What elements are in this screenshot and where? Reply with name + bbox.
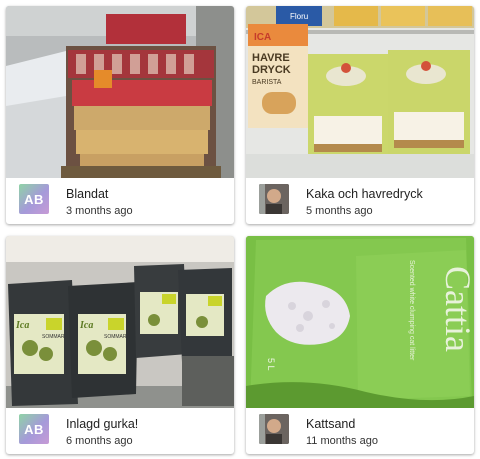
user-photo-icon	[259, 414, 289, 444]
cat-brand-text: Cattia	[438, 266, 474, 352]
post-card[interactable]: AB Blandat 3 months ago	[6, 6, 234, 224]
avatar-initials: AB	[24, 191, 44, 207]
post-title[interactable]: Blandat	[66, 187, 108, 201]
pickle-brand-text: Ica	[15, 320, 29, 331]
post-title[interactable]: Inlagd gurka!	[66, 417, 138, 431]
user-photo-icon	[259, 184, 289, 214]
post-time: 5 months ago	[306, 205, 373, 217]
post-photo[interactable]	[6, 6, 234, 178]
post-card[interactable]: Floru ICA HAVRE DRYCK BARISTA Kaka och h…	[246, 6, 474, 224]
post-meta: Kaka och havredryck 5 months ago	[246, 178, 474, 224]
post-meta: AB Blandat 3 months ago	[6, 178, 234, 224]
post-meta: Kattsand 11 months ago	[246, 408, 474, 454]
cat-sub-text: Scented white clumping cat litter	[408, 260, 415, 361]
cat-size-text: 5 L	[266, 358, 276, 371]
carton-top-text: Floru	[290, 12, 308, 21]
avatar-initials: AB	[24, 421, 44, 437]
carton-line2: DRYCK	[252, 64, 291, 76]
avatar[interactable]	[259, 184, 289, 214]
avatar[interactable]	[259, 414, 289, 444]
post-photo[interactable]: Floru ICA HAVRE DRYCK BARISTA	[246, 6, 474, 178]
carton-brand: ICA	[254, 32, 271, 43]
post-photo[interactable]: Cattia Scented white clumping cat litter…	[246, 236, 474, 408]
post-grid: AB Blandat 3 months ago Floru ICA HAVRE	[0, 0, 480, 459]
post-meta: AB Inlagd gurka! 6 months ago	[6, 408, 234, 454]
post-photo[interactable]: Ica Ica SOMMAR SOMMAR	[6, 236, 234, 408]
pickle-brand-text: Ica	[79, 320, 93, 331]
post-card[interactable]: Ica Ica SOMMAR SOMMAR AB Inlagd gurka! 6…	[6, 236, 234, 454]
fridge-photo: Floru ICA HAVRE DRYCK BARISTA	[246, 6, 474, 178]
pickle-bags-photo: Ica Ica SOMMAR SOMMAR	[6, 236, 234, 408]
pickle-label-text: SOMMAR	[42, 334, 65, 340]
carton-line3: BARISTA	[252, 79, 282, 86]
pallet-photo	[6, 6, 234, 178]
avatar[interactable]: AB	[19, 414, 49, 444]
carton-line1: HAVRE	[252, 52, 290, 64]
post-time: 11 months ago	[306, 435, 378, 447]
post-title[interactable]: Kaka och havredryck	[306, 187, 423, 201]
post-time: 3 months ago	[66, 205, 133, 217]
post-time: 6 months ago	[66, 435, 133, 447]
post-title[interactable]: Kattsand	[306, 417, 355, 431]
avatar[interactable]: AB	[19, 184, 49, 214]
post-card[interactable]: Cattia Scented white clumping cat litter…	[246, 236, 474, 454]
cat-litter-photo: Cattia Scented white clumping cat litter…	[246, 236, 474, 408]
pickle-label-text: SOMMAR	[104, 334, 127, 340]
